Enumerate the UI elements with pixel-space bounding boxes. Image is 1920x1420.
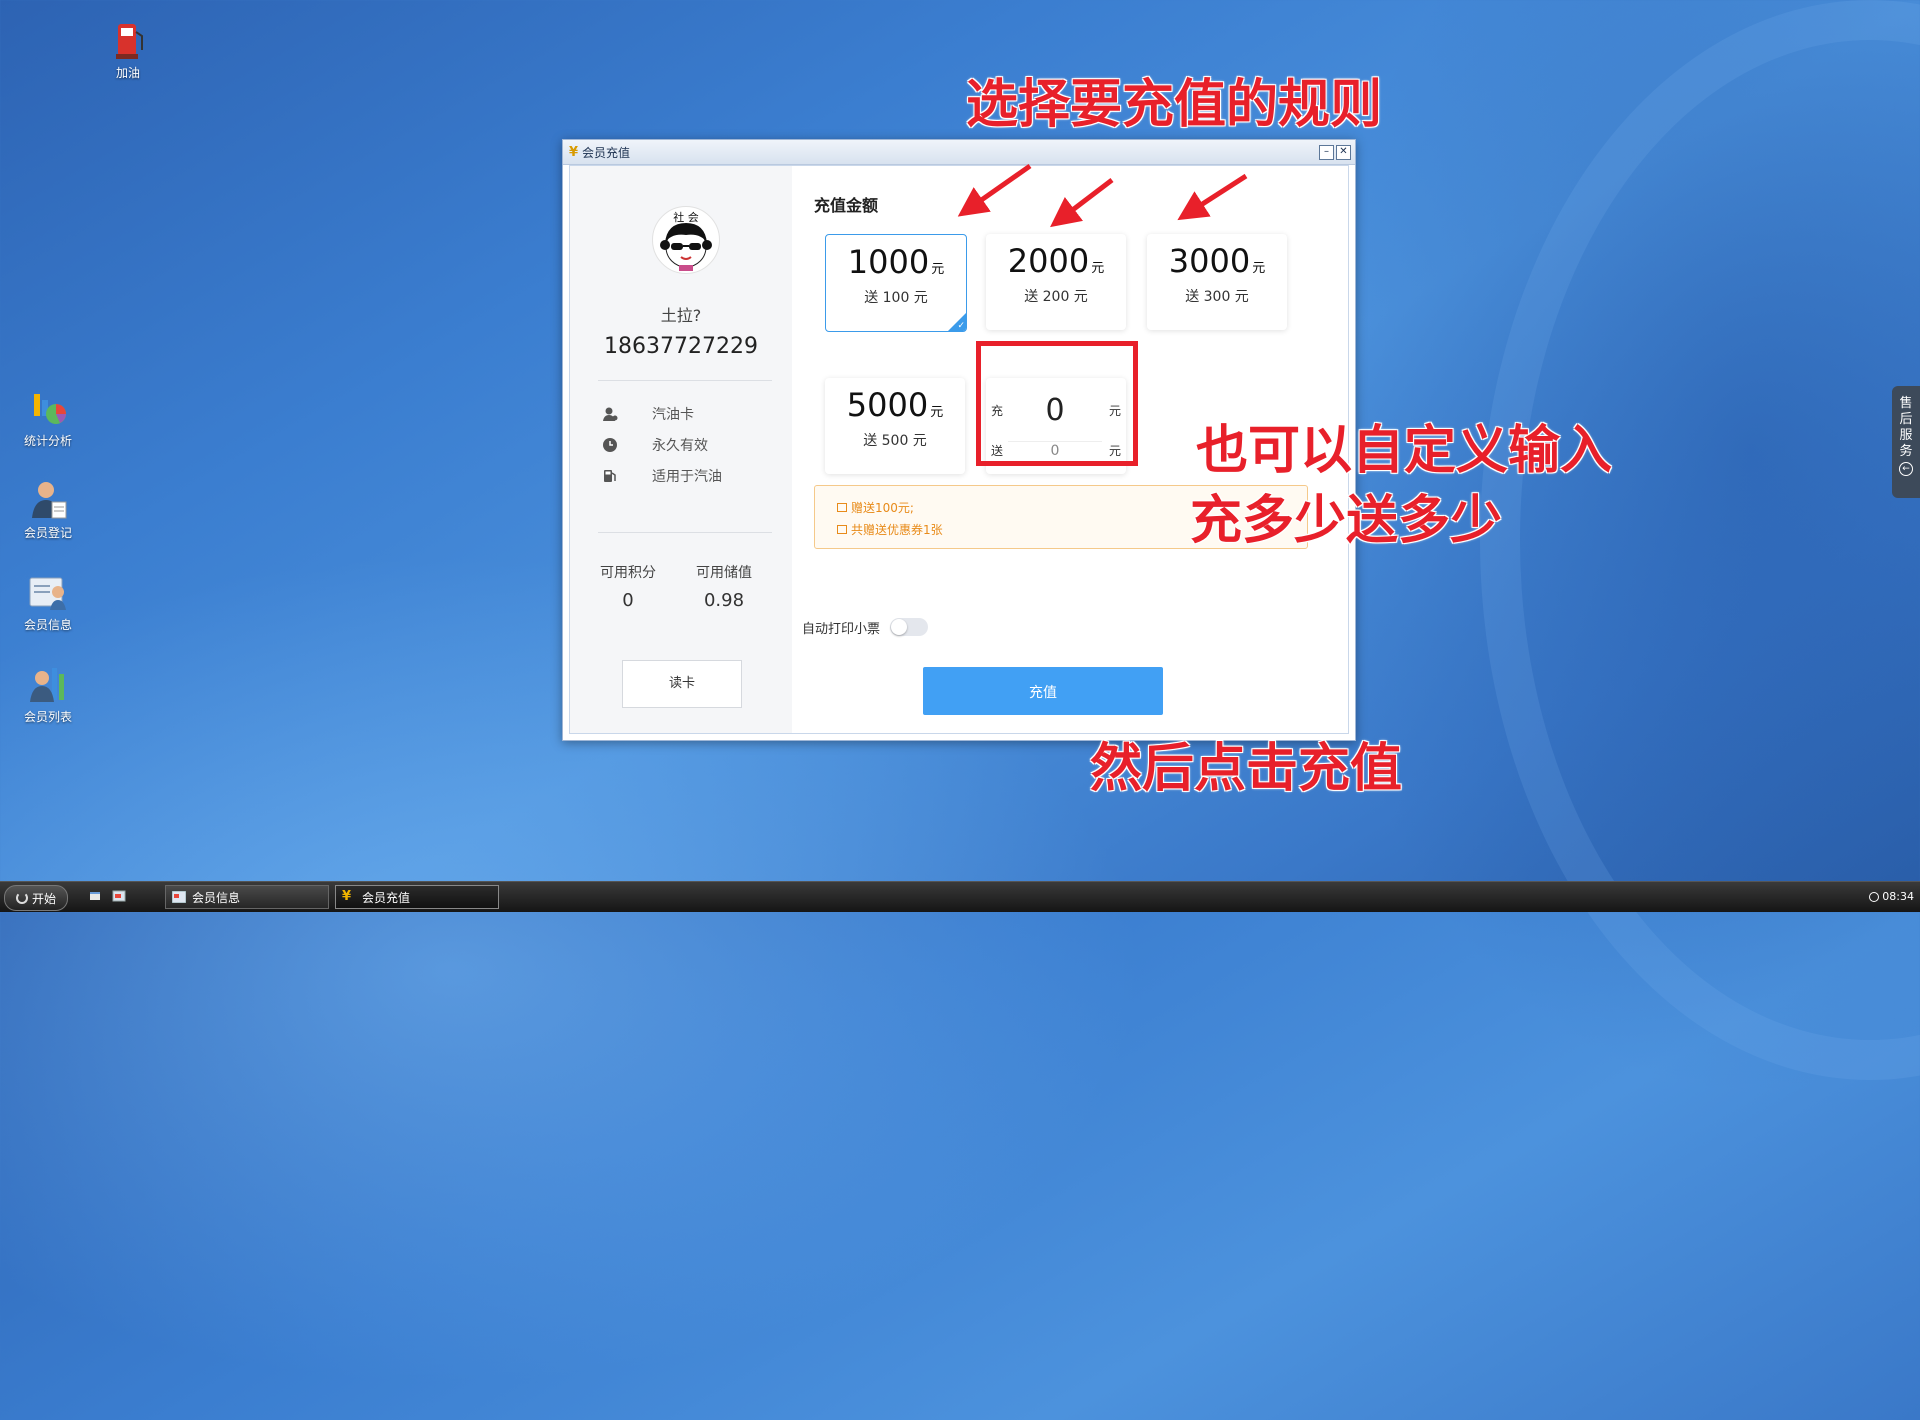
side-tab-char: 服 [1899,428,1913,443]
power-icon [15,892,28,904]
annotation-select-rule: 选择要充值的规则 [966,75,1383,135]
annotation-click-recharge: 然后点击充值 [1090,739,1403,799]
quick-launch-icon[interactable] [112,889,126,903]
yen-icon: ¥ [342,889,352,904]
task-label: 会员充值 [362,890,411,905]
annotation-arrows [957,163,1248,228]
task-label: 会员信息 [192,890,241,905]
window-icon [172,891,186,903]
show-desktop-icon[interactable] [88,889,102,903]
system-clock[interactable]: 08:34 [1869,890,1914,903]
taskbar-item-member-info[interactable]: 会员信息 [165,885,329,909]
taskbar-item-member-recharge[interactable]: ¥ 会员充值 [335,885,499,909]
clock-icon [1869,891,1880,902]
arrow-to-option-1000 [957,163,1032,217]
arrow-to-option-2000 [1050,178,1114,228]
annotation-custom-line-2: 充多少送多少 [1190,491,1503,551]
side-tab-char: 务 [1899,444,1913,459]
start-button[interactable]: 开始 [4,885,68,911]
clock-time: 08:34 [1882,890,1914,903]
arrow-to-option-3000 [1177,173,1248,221]
side-tab-char: 售 [1899,396,1913,411]
annotation-custom-line-1: 也可以自定义输入 [1196,421,1613,481]
start-label: 开始 [31,891,56,906]
taskbar: 开始 会员信息 ¥ 会员充值 08:34 [0,881,1920,912]
back-arrow-icon: ← [1899,462,1913,476]
after-sales-service-tab[interactable]: 售 后 服 务 ← [1892,386,1920,498]
side-tab-char: 后 [1899,412,1913,427]
